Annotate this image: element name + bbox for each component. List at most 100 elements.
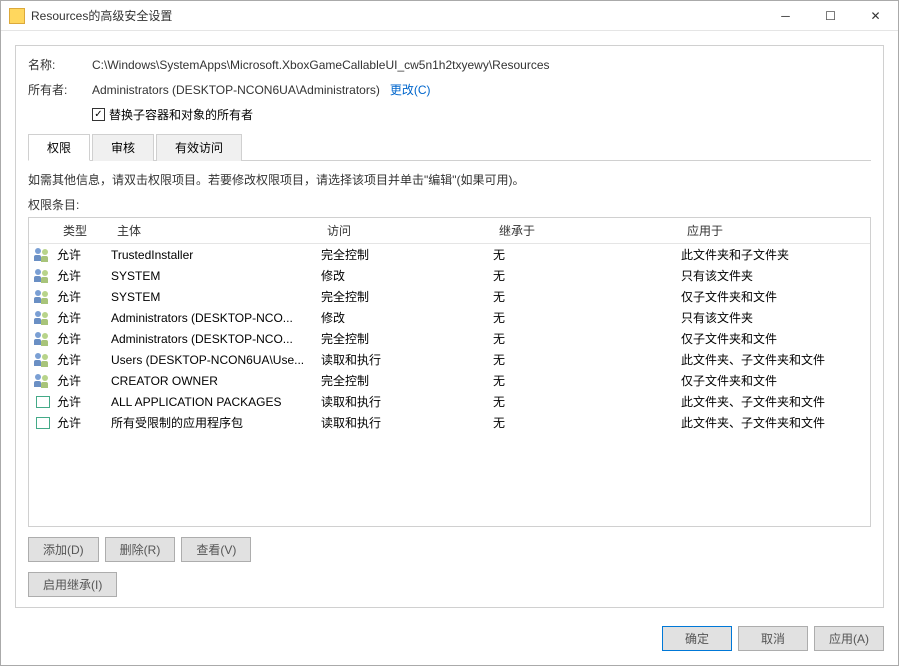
- cell-apply: 此文件夹、子文件夹和文件: [681, 351, 870, 368]
- header-apply[interactable]: 应用于: [681, 218, 870, 243]
- table-row[interactable]: 允许Users (DESKTOP-NCON6UA\Use...读取和执行无此文件…: [29, 349, 870, 370]
- cell-access: 完全控制: [321, 372, 493, 389]
- replace-owner-label: 替换子容器和对象的所有者: [109, 106, 253, 123]
- apply-button[interactable]: 应用(A): [814, 626, 884, 651]
- header-principal[interactable]: 主体: [111, 218, 321, 243]
- cell-apply: 此文件夹和子文件夹: [681, 246, 870, 263]
- cell-principal: CREATOR OWNER: [111, 374, 321, 388]
- table-row[interactable]: 允许SYSTEM完全控制无仅子文件夹和文件: [29, 286, 870, 307]
- footer-buttons: 确定 取消 应用(A): [1, 618, 898, 665]
- cell-inherit: 无: [493, 246, 681, 263]
- cell-access: 完全控制: [321, 246, 493, 263]
- cell-apply: 只有该文件夹: [681, 309, 870, 326]
- permission-table: 类型 主体 访问 继承于 应用于 允许TrustedInstaller完全控制无…: [28, 217, 871, 527]
- replace-owner-checkbox[interactable]: ✓: [92, 108, 105, 121]
- table-row[interactable]: 允许TrustedInstaller完全控制无此文件夹和子文件夹: [29, 244, 870, 265]
- cell-inherit: 无: [493, 414, 681, 431]
- owner-row: 所有者: Administrators (DESKTOP-NCON6UA\Adm…: [28, 81, 871, 98]
- table-row[interactable]: 允许Administrators (DESKTOP-NCO...修改无只有该文件…: [29, 307, 870, 328]
- users-icon: [29, 374, 57, 388]
- cell-apply: 仅子文件夹和文件: [681, 288, 870, 305]
- header-inherit[interactable]: 继承于: [493, 218, 681, 243]
- package-icon: [29, 396, 57, 408]
- cell-apply: 此文件夹、子文件夹和文件: [681, 414, 870, 431]
- cell-principal: Administrators (DESKTOP-NCO...: [111, 311, 321, 325]
- cell-access: 读取和执行: [321, 393, 493, 410]
- cell-inherit: 无: [493, 267, 681, 284]
- cell-principal: TrustedInstaller: [111, 248, 321, 262]
- table-header: 类型 主体 访问 继承于 应用于: [29, 218, 870, 244]
- titlebar-controls: ─ ☐ ✕: [763, 1, 898, 30]
- cell-inherit: 无: [493, 330, 681, 347]
- maximize-button[interactable]: ☐: [808, 1, 853, 30]
- cell-inherit: 无: [493, 393, 681, 410]
- cell-apply: 仅子文件夹和文件: [681, 330, 870, 347]
- cell-type: 允许: [57, 351, 111, 368]
- cell-principal: ALL APPLICATION PACKAGES: [111, 395, 321, 409]
- package-icon: [29, 417, 57, 429]
- name-row: 名称: C:\Windows\SystemApps\Microsoft.Xbox…: [28, 56, 871, 73]
- cell-apply: 只有该文件夹: [681, 267, 870, 284]
- tab-permissions[interactable]: 权限: [28, 134, 90, 161]
- inner-panel: 名称: C:\Windows\SystemApps\Microsoft.Xbox…: [15, 45, 884, 608]
- add-button[interactable]: 添加(D): [28, 537, 99, 562]
- cell-inherit: 无: [493, 351, 681, 368]
- ok-button[interactable]: 确定: [662, 626, 732, 651]
- table-row[interactable]: 允许SYSTEM修改无只有该文件夹: [29, 265, 870, 286]
- view-button[interactable]: 查看(V): [181, 537, 251, 562]
- table-row[interactable]: 允许所有受限制的应用程序包读取和执行无此文件夹、子文件夹和文件: [29, 412, 870, 433]
- users-icon: [29, 332, 57, 346]
- close-button[interactable]: ✕: [853, 1, 898, 30]
- cell-principal: SYSTEM: [111, 290, 321, 304]
- cell-principal: Users (DESKTOP-NCON6UA\Use...: [111, 353, 321, 367]
- cell-type: 允许: [57, 393, 111, 410]
- table-body: 允许TrustedInstaller完全控制无此文件夹和子文件夹允许SYSTEM…: [29, 244, 870, 433]
- header-icon: [29, 218, 57, 243]
- window-title: Resources的高级安全设置: [31, 7, 763, 24]
- header-access[interactable]: 访问: [321, 218, 493, 243]
- cancel-button[interactable]: 取消: [738, 626, 808, 651]
- name-label: 名称:: [28, 56, 92, 73]
- table-row[interactable]: 允许CREATOR OWNER完全控制无仅子文件夹和文件: [29, 370, 870, 391]
- tab-strip: 权限 审核 有效访问: [28, 133, 871, 161]
- cell-type: 允许: [57, 330, 111, 347]
- remove-button[interactable]: 删除(R): [105, 537, 176, 562]
- cell-type: 允许: [57, 309, 111, 326]
- cell-principal: Administrators (DESKTOP-NCO...: [111, 332, 321, 346]
- owner-value: Administrators (DESKTOP-NCON6UA\Administ…: [92, 83, 380, 97]
- cell-principal: 所有受限制的应用程序包: [111, 414, 321, 431]
- table-row[interactable]: 允许Administrators (DESKTOP-NCO...完全控制无仅子文…: [29, 328, 870, 349]
- users-icon: [29, 311, 57, 325]
- cell-access: 读取和执行: [321, 414, 493, 431]
- cell-access: 完全控制: [321, 330, 493, 347]
- header-type[interactable]: 类型: [57, 218, 111, 243]
- minimize-button[interactable]: ─: [763, 1, 808, 30]
- permission-entries-label: 权限条目:: [28, 196, 871, 213]
- action-buttons: 添加(D) 删除(R) 查看(V): [28, 537, 871, 562]
- enable-inheritance-button[interactable]: 启用继承(I): [28, 572, 117, 597]
- content: 名称: C:\Windows\SystemApps\Microsoft.Xbox…: [1, 31, 898, 618]
- titlebar: Resources的高级安全设置 ─ ☐ ✕: [1, 1, 898, 31]
- cell-inherit: 无: [493, 372, 681, 389]
- cell-access: 读取和执行: [321, 351, 493, 368]
- tab-effective-access[interactable]: 有效访问: [156, 134, 242, 161]
- replace-owner-row: ✓ 替换子容器和对象的所有者: [92, 106, 871, 123]
- folder-icon: [9, 8, 25, 24]
- users-icon: [29, 290, 57, 304]
- cell-inherit: 无: [493, 309, 681, 326]
- cell-access: 修改: [321, 267, 493, 284]
- users-icon: [29, 269, 57, 283]
- cell-type: 允许: [57, 414, 111, 431]
- name-value: C:\Windows\SystemApps\Microsoft.XboxGame…: [92, 58, 550, 72]
- cell-principal: SYSTEM: [111, 269, 321, 283]
- change-owner-link[interactable]: 更改(C): [390, 81, 431, 98]
- users-icon: [29, 353, 57, 367]
- users-icon: [29, 248, 57, 262]
- inherit-row: 启用继承(I): [28, 572, 871, 597]
- table-row[interactable]: 允许ALL APPLICATION PACKAGES读取和执行无此文件夹、子文件…: [29, 391, 870, 412]
- cell-type: 允许: [57, 267, 111, 284]
- cell-apply: 仅子文件夹和文件: [681, 372, 870, 389]
- cell-inherit: 无: [493, 288, 681, 305]
- tab-auditing[interactable]: 审核: [92, 134, 154, 161]
- instruction-text: 如需其他信息，请双击权限项目。若要修改权限项目，请选择该项目并单击"编辑"(如果…: [28, 171, 871, 188]
